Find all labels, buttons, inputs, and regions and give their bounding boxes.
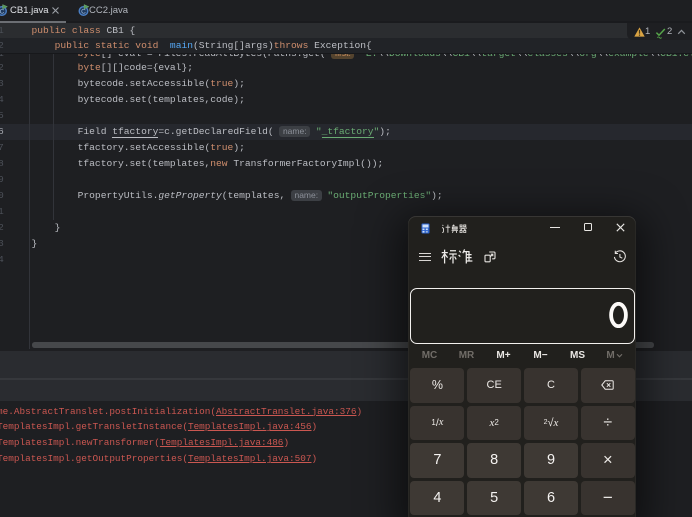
svg-text:C: C — [0, 8, 5, 15]
svg-text:C: C — [81, 8, 86, 15]
